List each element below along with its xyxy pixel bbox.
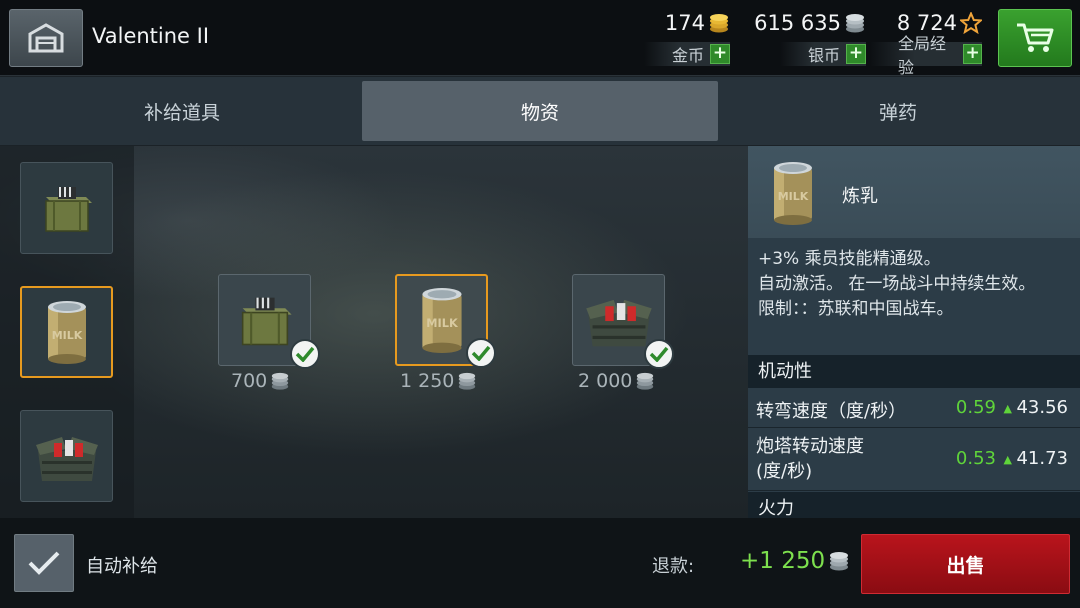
svg-text:MILK: MILK bbox=[778, 190, 809, 203]
slot-2[interactable]: MILK bbox=[20, 286, 113, 378]
gold-label: 金币 bbox=[671, 46, 704, 65]
price-ammo-crate: 700 bbox=[231, 370, 290, 392]
supply-item-supply-box[interactable] bbox=[572, 274, 674, 369]
tab-consumables[interactable]: 补给道具 bbox=[4, 81, 360, 141]
stat-base: 41.73 bbox=[1016, 448, 1068, 469]
price-value: 2 000 bbox=[578, 370, 633, 392]
milk-can-icon: MILK bbox=[421, 288, 462, 353]
slot-1[interactable] bbox=[20, 162, 113, 254]
supplies-area: MILK 700 MILK 1 250 2 000 bbox=[0, 146, 748, 518]
section-mobility: 机动性 bbox=[748, 355, 1080, 388]
stat-row-traverse: 转弯速度（度/秒） 0.59 ▲ 43.56 bbox=[748, 388, 1080, 428]
tab-ammo[interactable]: 弹药 bbox=[720, 81, 1076, 141]
item-details-panel[interactable]: MILK 炼乳 +3% 乘员技能精通级。 自动激活。 在一场战斗中持续生效。 限… bbox=[748, 146, 1080, 518]
price-milk: 1 250 bbox=[400, 370, 477, 392]
buy-xp-button[interactable]: + bbox=[963, 44, 982, 64]
stat-delta: 0.59 bbox=[955, 397, 996, 418]
item-name: 炼乳 bbox=[842, 186, 878, 207]
silver-coins-icon bbox=[637, 372, 654, 390]
hangar-button[interactable] bbox=[9, 9, 83, 67]
gold-balance: 174 金币 + bbox=[632, 8, 730, 68]
refund-label: 退款: bbox=[652, 556, 695, 577]
equipped-check-icon bbox=[466, 338, 496, 368]
silver-coins-icon bbox=[459, 372, 476, 390]
buy-gold-button[interactable]: + bbox=[710, 44, 730, 64]
ammo-crate-icon bbox=[44, 187, 92, 232]
slot-3[interactable] bbox=[20, 410, 113, 502]
auto-resupply-label: 自动补给 bbox=[86, 556, 158, 577]
cart-icon bbox=[1017, 23, 1054, 52]
stat-row-turret: 炮塔转动速度 (度/秒) 0.53 ▲ 41.73 bbox=[748, 428, 1080, 491]
section-firepower: 火力 bbox=[748, 492, 1080, 518]
gold-coins-icon bbox=[710, 14, 728, 33]
ammo-crate-icon bbox=[241, 297, 292, 346]
buy-silver-button[interactable]: + bbox=[846, 44, 866, 64]
item-description: +3% 乘员技能精通级。 自动激活。 在一场战斗中持续生效。 限制：：苏联和中国… bbox=[758, 247, 1070, 322]
silver-value: 615 635 bbox=[754, 11, 841, 35]
shop-cart-button[interactable] bbox=[998, 9, 1072, 67]
milk-can-icon: MILK bbox=[47, 301, 86, 364]
svg-text:MILK: MILK bbox=[51, 329, 82, 342]
price-value: 700 bbox=[231, 370, 268, 392]
bottom-bar: 自动补给 退款: +1 250 出售 bbox=[0, 518, 1080, 608]
stat-name: 转弯速度（度/秒） bbox=[756, 401, 907, 422]
supply-item-ammo-crate[interactable] bbox=[218, 274, 320, 369]
details-header: MILK 炼乳 bbox=[748, 146, 1080, 238]
svg-text:MILK: MILK bbox=[426, 316, 459, 330]
silver-coins-icon bbox=[830, 552, 849, 571]
desc-line-bonus: +3% 乘员技能精通级。 bbox=[758, 249, 941, 269]
desc-line-restriction: 限制：：苏联和中国战车。 bbox=[758, 299, 954, 319]
silver-coins-icon bbox=[272, 372, 289, 390]
price-supply-box: 2 000 bbox=[578, 370, 655, 392]
equipped-check-icon bbox=[290, 339, 320, 369]
stat-delta: 0.53 bbox=[955, 448, 996, 469]
equipped-check-icon bbox=[644, 339, 674, 369]
top-bar: Valentine II 174 金币 + 615 635 银币 + 8 724… bbox=[0, 0, 1080, 77]
price-value: 1 250 bbox=[400, 370, 455, 392]
stat-base: 43.56 bbox=[1016, 397, 1068, 418]
supply-item-milk[interactable]: MILK bbox=[395, 274, 496, 368]
hangar-icon bbox=[28, 23, 64, 53]
gold-value: 174 bbox=[664, 11, 705, 35]
tab-supplies[interactable]: 物资 bbox=[362, 81, 718, 141]
desc-line-activation: 自动激活。 在一场战斗中持续生效。 bbox=[758, 274, 1036, 294]
xp-balance: 8 724 全局经验 + bbox=[870, 8, 982, 77]
refund-amount: +1 250 bbox=[740, 548, 850, 574]
xp-label: 全局经验 bbox=[898, 34, 947, 77]
star-icon bbox=[960, 12, 982, 34]
auto-resupply-checkbox[interactable] bbox=[14, 534, 74, 592]
category-tabs: 补给道具 物资 弹药 bbox=[0, 77, 1080, 145]
vehicle-name: Valentine II bbox=[92, 24, 210, 48]
increase-arrow-icon: ▲ bbox=[1003, 402, 1012, 415]
checkmark-icon bbox=[28, 551, 60, 575]
silver-balance: 615 635 银币 + bbox=[754, 8, 866, 68]
supply-box-icon bbox=[35, 437, 98, 481]
silver-label: 银币 bbox=[807, 46, 840, 65]
supply-box-icon bbox=[585, 299, 652, 347]
milk-can-icon: MILK bbox=[774, 162, 812, 225]
increase-arrow-icon: ▲ bbox=[1003, 453, 1012, 466]
stat-name: 炮塔转动速度 (度/秒) bbox=[756, 436, 864, 482]
silver-coins-icon bbox=[846, 14, 864, 33]
equipped-slots: MILK bbox=[0, 146, 134, 518]
sell-button[interactable]: 出售 bbox=[861, 534, 1070, 594]
refund-value: +1 250 bbox=[740, 548, 826, 574]
